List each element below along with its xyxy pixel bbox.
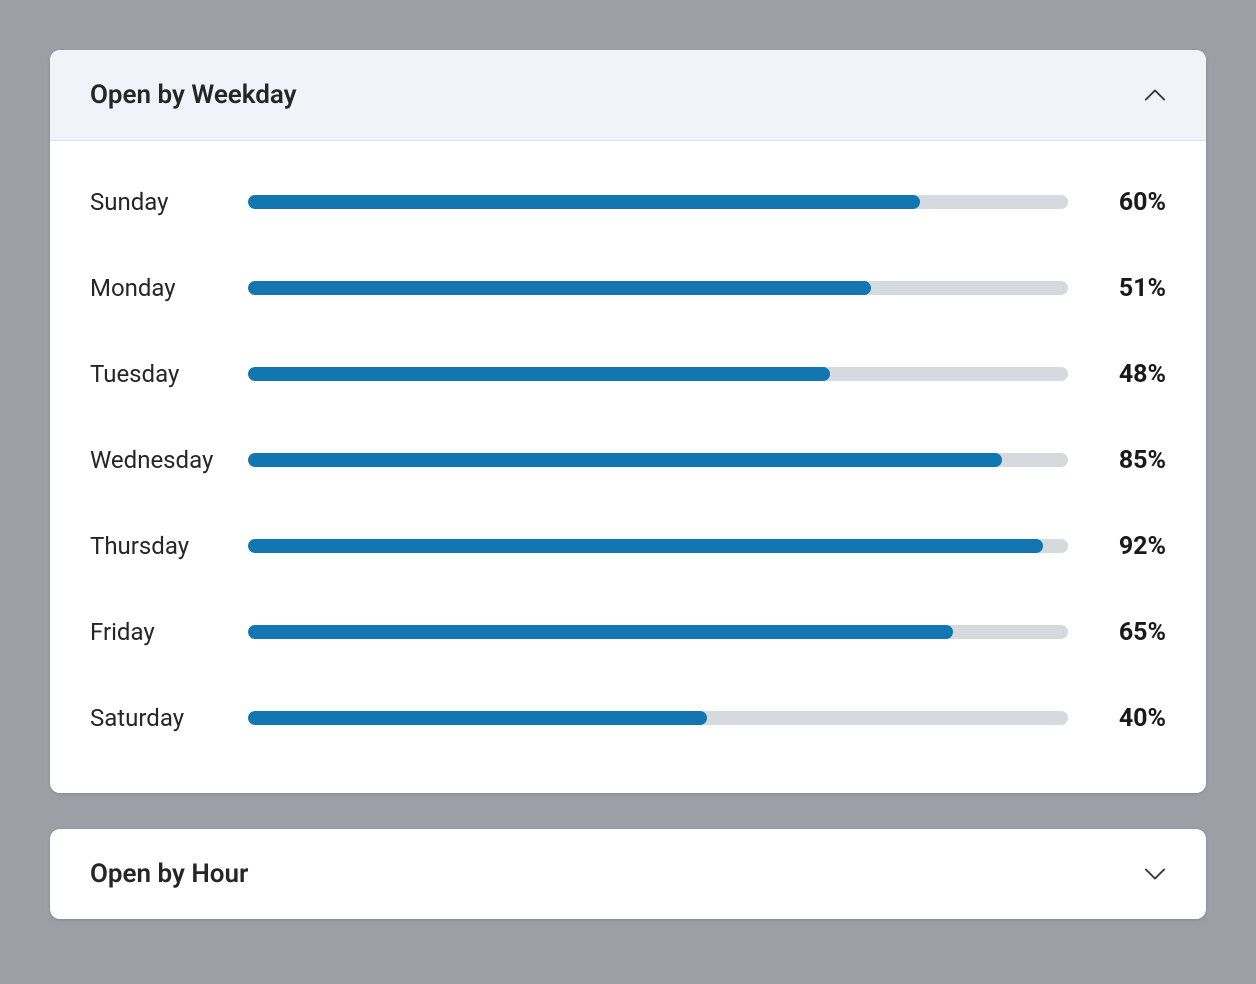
bar-fill: [248, 625, 953, 639]
panel-open-by-hour-title: Open by Hour: [90, 859, 248, 889]
bar-fill: [248, 539, 1043, 553]
panel-open-by-weekday-body: Sunday 60% Monday 51% Tuesday 48% Wednes…: [50, 141, 1206, 793]
bar-fill: [248, 711, 707, 725]
bar-track: [248, 367, 1068, 381]
bar-fill: [248, 453, 1002, 467]
bar-track: [248, 453, 1068, 467]
bar-row-thursday: Thursday 92%: [90, 521, 1166, 571]
bar-row-saturday: Saturday 40%: [90, 693, 1166, 743]
bar-track: [248, 281, 1068, 295]
bar-row-friday: Friday 65%: [90, 607, 1166, 657]
chevron-down-icon: [1144, 867, 1166, 881]
bar-value: 65%: [1096, 618, 1166, 647]
bar-track: [248, 625, 1068, 639]
bar-label: Friday: [90, 618, 248, 646]
bar-value: 48%: [1096, 360, 1166, 389]
bar-fill: [248, 195, 920, 209]
bar-value: 92%: [1096, 532, 1166, 561]
bar-track: [248, 539, 1068, 553]
bar-value: 51%: [1096, 274, 1166, 303]
panel-open-by-weekday: Open by Weekday Sunday 60% Monday 51% Tu…: [50, 50, 1206, 793]
bar-row-tuesday: Tuesday 48%: [90, 349, 1166, 399]
panel-open-by-weekday-title: Open by Weekday: [90, 80, 297, 110]
panel-open-by-hour-header[interactable]: Open by Hour: [50, 829, 1206, 919]
chevron-up-icon: [1144, 88, 1166, 102]
bar-label: Saturday: [90, 704, 248, 732]
bar-label: Sunday: [90, 188, 248, 216]
bar-value: 40%: [1096, 704, 1166, 733]
bar-track: [248, 711, 1068, 725]
panel-open-by-hour: Open by Hour: [50, 829, 1206, 919]
bar-label: Thursday: [90, 532, 248, 560]
bar-fill: [248, 281, 871, 295]
bar-label: Monday: [90, 274, 248, 302]
bar-row-sunday: Sunday 60%: [90, 177, 1166, 227]
bar-track: [248, 195, 1068, 209]
bar-label: Tuesday: [90, 360, 248, 388]
panel-open-by-weekday-header[interactable]: Open by Weekday: [50, 50, 1206, 141]
bar-fill: [248, 367, 830, 381]
bar-label: Wednesday: [90, 446, 248, 474]
bar-row-wednesday: Wednesday 85%: [90, 435, 1166, 485]
bar-value: 60%: [1096, 188, 1166, 217]
bar-value: 85%: [1096, 446, 1166, 475]
bar-row-monday: Monday 51%: [90, 263, 1166, 313]
